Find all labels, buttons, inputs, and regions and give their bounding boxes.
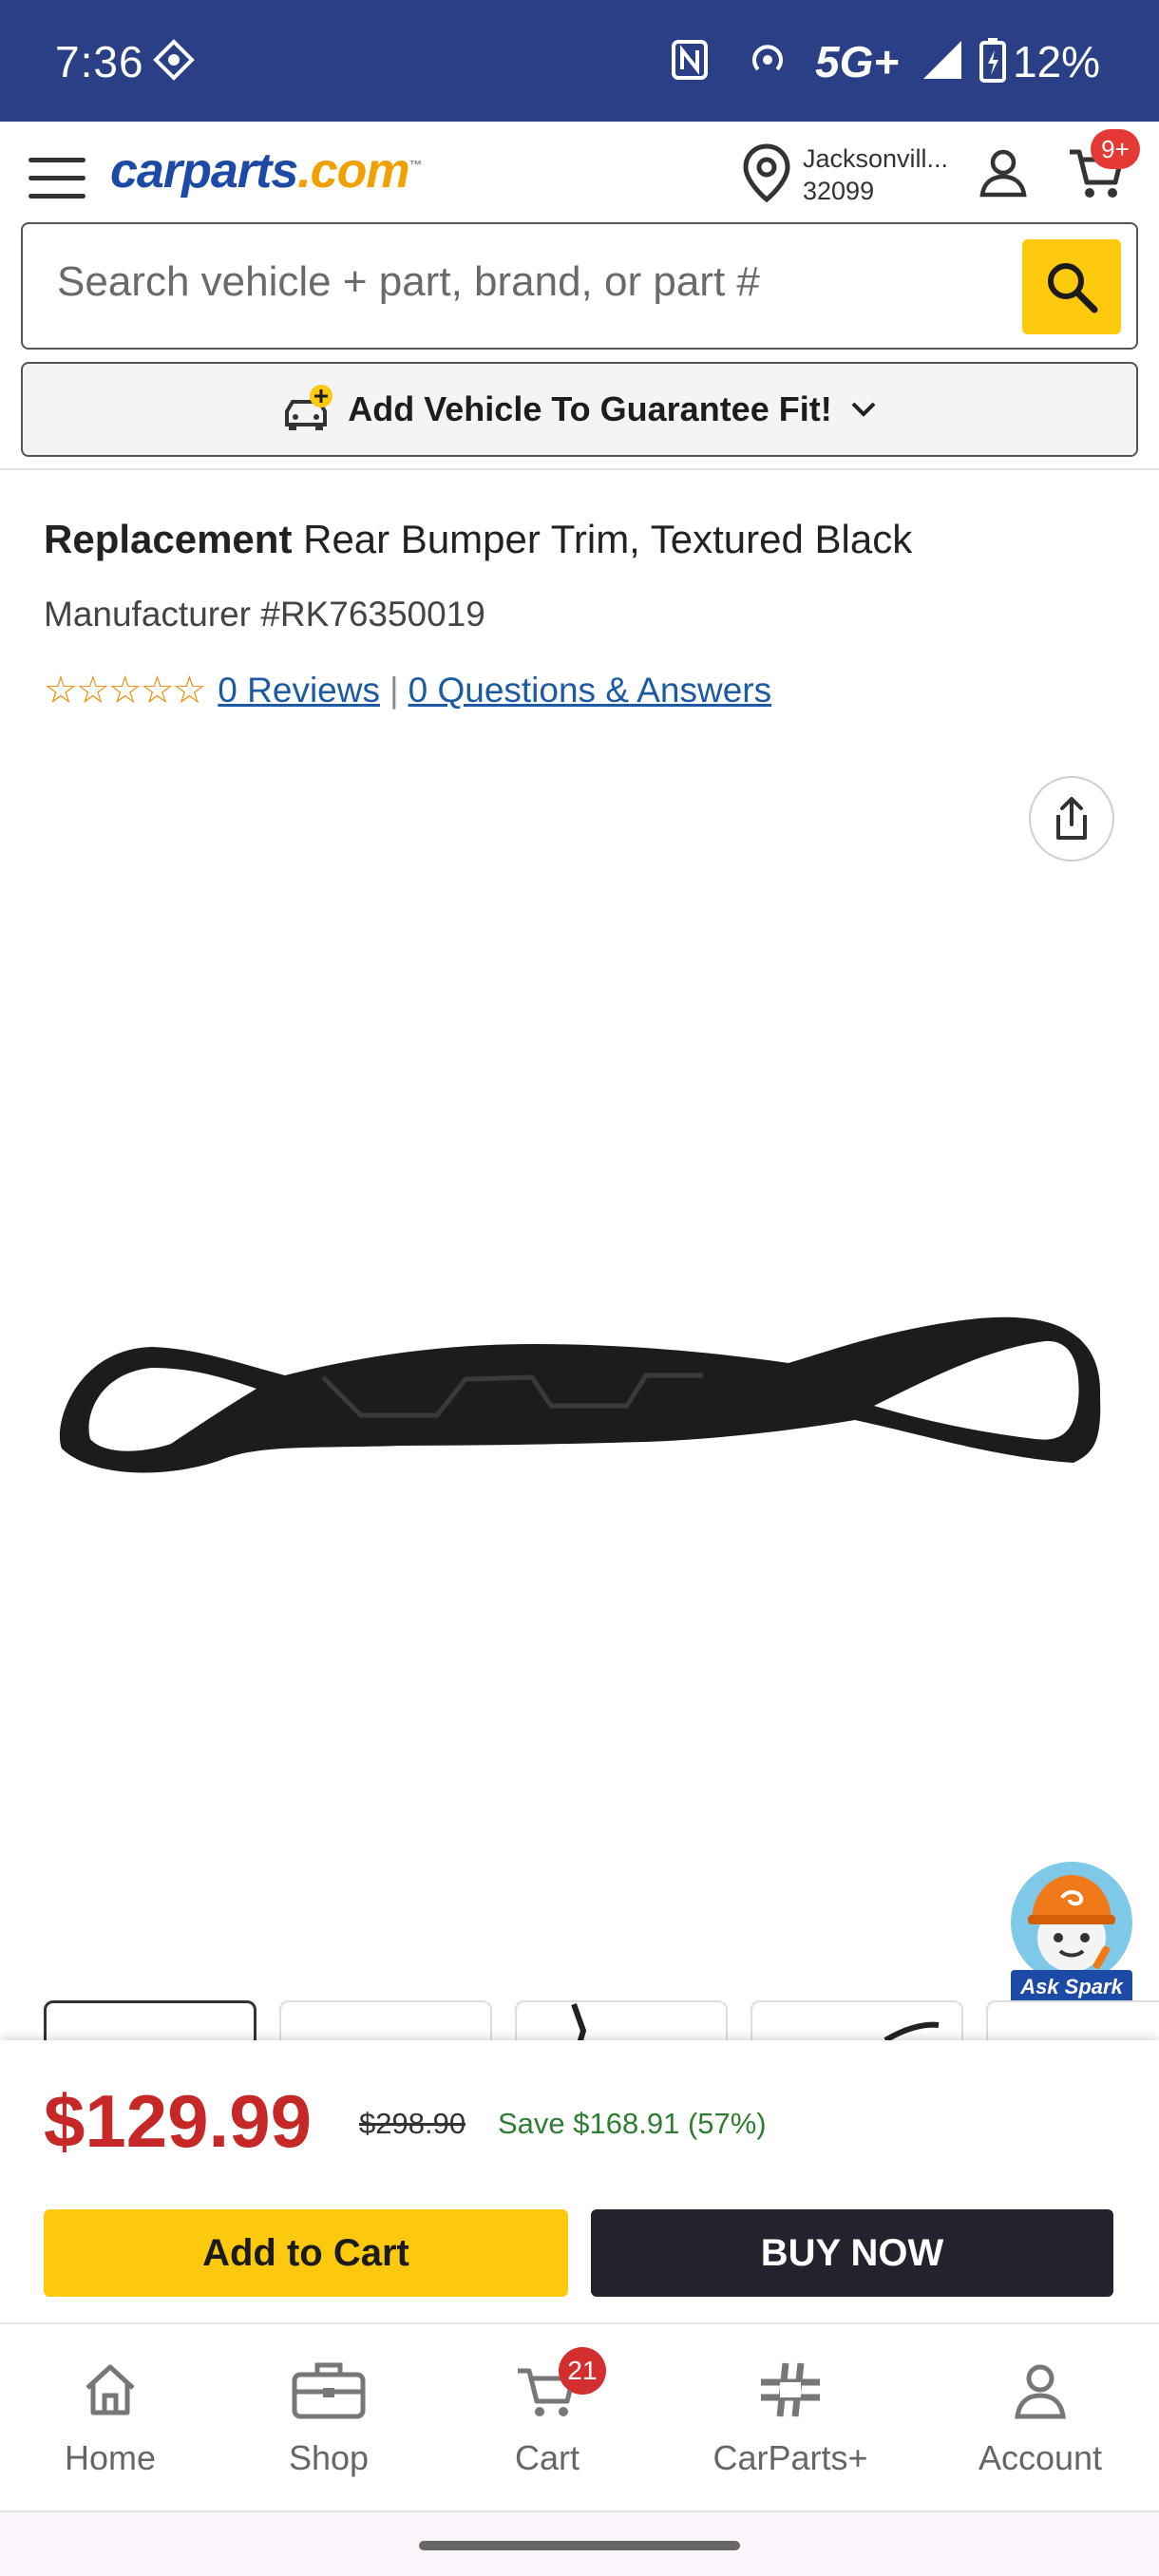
add-vehicle-label: Add Vehicle To Guarantee Fit! (348, 389, 832, 428)
nav-account[interactable]: Account (945, 2347, 1135, 2478)
app-header: carparts.com™ Jacksonvill... 32099 9+ (0, 122, 1159, 223)
header-divider (0, 468, 1159, 470)
account-header-icon[interactable] (977, 145, 1030, 203)
location-city: Jacksonvill... (803, 144, 949, 173)
battery-level: 12% (1013, 37, 1101, 86)
carparts-logo[interactable]: carparts.com™ (110, 142, 423, 199)
savings-text: Save $168.91 (57%) (498, 2107, 767, 2140)
cart-count-badge: 9+ (1091, 129, 1140, 169)
image-thumbnails (44, 2000, 1159, 2040)
nav-account-label: Account (978, 2438, 1103, 2477)
location-selector[interactable]: Jacksonvill... 32099 (803, 142, 948, 207)
nfc-icon (671, 36, 709, 84)
gesture-area (0, 2512, 1159, 2576)
share-button[interactable] (1029, 776, 1114, 862)
link-separator: | (389, 671, 399, 710)
logo-main: carparts (110, 143, 298, 199)
current-price: $129.99 (44, 2079, 312, 2163)
product-image[interactable] (38, 1273, 1121, 1520)
share-icon (1056, 797, 1087, 840)
product-brand: Replacement (44, 517, 293, 561)
home-gesture-bar[interactable] (419, 2541, 740, 2550)
purchase-panel: $129.99 $298.90 Save $168.91 (57%) Add t… (0, 2040, 1159, 2322)
status-time: 7:36 (55, 37, 144, 86)
original-price: $298.90 (359, 2107, 466, 2140)
thumbnail-1[interactable] (44, 2000, 256, 2040)
carparts-plus-icon (695, 2347, 885, 2433)
nav-cart-badge: 21 (559, 2347, 606, 2395)
nav-carparts-plus-label: CarParts+ (712, 2438, 868, 2477)
status-bar: 7:36 5G+ 12% (0, 0, 1159, 122)
cart-icon (452, 2347, 642, 2433)
thumbnail-4[interactable] (750, 2000, 963, 2040)
signal-icon (922, 36, 963, 84)
add-to-cart-button[interactable]: Add to Cart (44, 2209, 568, 2297)
star-rating: ☆☆☆☆☆ (44, 670, 206, 711)
questions-link[interactable]: 0 Questions & Answers (408, 671, 772, 710)
search-icon (1048, 263, 1098, 313)
nav-cart-label: Cart (514, 2438, 580, 2477)
search-input[interactable] (57, 258, 1007, 306)
nav-home-label: Home (64, 2438, 157, 2477)
manufacturer-number: Manufacturer #RK76350019 (44, 595, 485, 634)
reviews-link[interactable]: 0 Reviews (218, 671, 380, 710)
nav-home[interactable]: Home (15, 2347, 205, 2478)
product-name: Rear Bumper Trim, Textured Black (292, 517, 913, 561)
account-icon (945, 2347, 1135, 2433)
toolbox-icon (234, 2347, 424, 2433)
location-zip: 32099 (803, 177, 875, 205)
thumbnail-3[interactable] (515, 2000, 728, 2040)
hotspot-icon (747, 36, 788, 84)
ask-spark-label: Ask Spark (1011, 1970, 1132, 2004)
location-sync-icon (152, 36, 196, 84)
home-icon (15, 2347, 205, 2433)
car-plus-icon (285, 385, 333, 430)
logo-tld: .com (297, 143, 409, 199)
nav-cart[interactable]: 21 Cart (452, 2347, 642, 2478)
search-bar (21, 222, 1138, 350)
location-pin-icon[interactable] (741, 142, 792, 208)
nav-shop[interactable]: Shop (234, 2347, 424, 2478)
battery-icon (978, 36, 1007, 84)
bottom-navigation: Home Shop 21 Cart CarParts+ Account (0, 2322, 1159, 2512)
chevron-down-icon (851, 402, 876, 417)
thumbnail-2[interactable] (279, 2000, 492, 2040)
ask-spark-button[interactable]: Ask Spark (1007, 1862, 1136, 2004)
thumbnail-5[interactable] (986, 2000, 1159, 2040)
product-title: Replacement Rear Bumper Trim, Textured B… (44, 517, 912, 562)
rating-row: ☆☆☆☆☆ 0 Reviews | 0 Questions & Answers (44, 669, 771, 712)
nav-shop-label: Shop (288, 2438, 370, 2477)
network-type: 5G+ (815, 37, 900, 86)
logo-tm: ™ (408, 157, 423, 173)
menu-icon[interactable] (28, 158, 86, 199)
spark-mascot-icon (1011, 1862, 1132, 1983)
search-button[interactable] (1022, 239, 1121, 334)
buy-now-button[interactable]: BUY NOW (591, 2209, 1113, 2297)
add-vehicle-button[interactable]: Add Vehicle To Guarantee Fit! (21, 362, 1138, 457)
nav-carparts-plus[interactable]: CarParts+ (695, 2347, 885, 2478)
